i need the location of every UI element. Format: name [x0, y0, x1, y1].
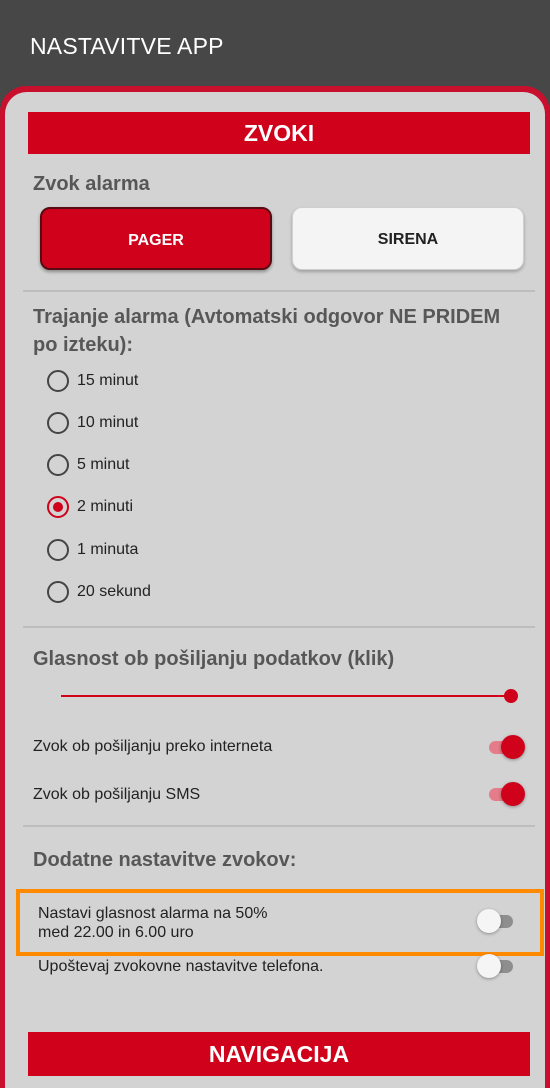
radio-label: 20 sekund — [77, 583, 151, 600]
volume-slider-track[interactable] — [61, 695, 513, 697]
toggle-thumb — [501, 782, 525, 806]
section-header-navigation: NAVIGACIJA — [28, 1032, 530, 1076]
toggle-thumb — [501, 735, 525, 759]
internet-sound-label: Zvok ob pošiljanju preko interneta — [33, 738, 273, 755]
radio-option-15-minut[interactable]: 15 minut — [47, 366, 138, 396]
radio-icon — [47, 581, 69, 603]
phone-settings-toggle[interactable] — [477, 953, 515, 979]
radio-option-1-minuta[interactable]: 1 minuta — [47, 535, 138, 565]
alarm-sound-heading: Zvok alarma — [33, 173, 150, 195]
radio-option-5-minut[interactable]: 5 minut — [47, 450, 129, 480]
radio-label: 1 minuta — [77, 541, 139, 558]
radio-option-20-sekund[interactable]: 20 sekund — [47, 577, 151, 607]
settings-panel[interactable]: ZVOKI Zvok alarma PAGER SIRENA Trajanje … — [5, 92, 545, 1088]
divider — [23, 825, 535, 827]
extra-settings-heading: Dodatne nastavitve zvokov: — [33, 849, 297, 871]
divider — [23, 626, 535, 628]
radio-label: 15 minut — [77, 372, 139, 389]
volume-slider-thumb[interactable] — [504, 689, 518, 703]
internet-sound-toggle[interactable] — [487, 734, 525, 760]
radio-option-10-minut[interactable]: 10 minut — [47, 408, 138, 438]
page-title: NASTAVITVE APP — [30, 33, 224, 59]
highlight-box — [16, 889, 544, 956]
volume-heading: Glasnost ob pošiljanju podatkov (klik) — [33, 648, 395, 670]
phone-settings-label: Upoštevaj zvokovne nastavitve telefona. — [38, 958, 324, 975]
radio-icon — [47, 412, 69, 434]
alarm-duration-heading: Trajanje alarma (Avtomatski odgovor NE P… — [33, 306, 501, 356]
radio-option-2-minuti[interactable]: 2 minuti — [47, 492, 133, 522]
radio-label: 10 minut — [77, 414, 139, 431]
toggle-thumb — [477, 954, 501, 978]
sms-sound-toggle[interactable] — [487, 781, 525, 807]
radio-label: 2 minuti — [77, 498, 134, 515]
radio-icon — [47, 539, 69, 561]
radio-icon — [47, 454, 69, 476]
sirena-button[interactable]: SIRENA — [292, 207, 524, 270]
radio-icon — [47, 370, 69, 392]
app-bar: NASTAVITVE APP — [0, 0, 550, 92]
pager-button[interactable]: PAGER — [40, 207, 272, 270]
divider — [23, 290, 535, 292]
radio-checked-icon — [47, 496, 69, 518]
section-header-sounds: ZVOKI — [28, 112, 530, 154]
sms-sound-label: Zvok ob pošiljanju SMS — [33, 786, 201, 803]
radio-label: 5 minut — [77, 456, 130, 473]
